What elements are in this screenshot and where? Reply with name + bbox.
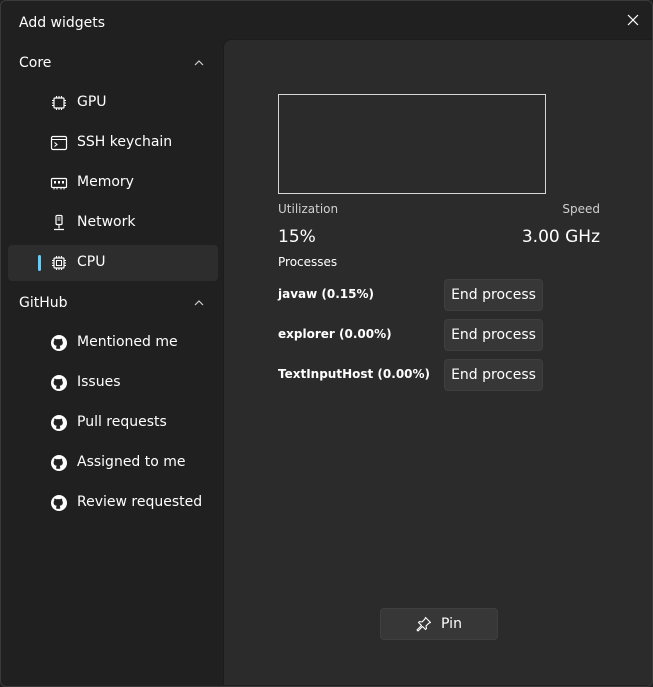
sidebar-item-label: Review requested xyxy=(77,494,203,510)
speed-label: Speed xyxy=(562,202,600,216)
network-icon xyxy=(50,214,68,232)
group-header-github[interactable]: GitHub xyxy=(1,283,223,323)
sidebar-item-cpu[interactable]: CPU xyxy=(8,245,218,281)
selection-indicator xyxy=(38,255,41,271)
github-icon xyxy=(50,334,68,352)
chip-icon xyxy=(50,94,68,112)
github-icon xyxy=(50,494,68,512)
pin-button[interactable]: Pin xyxy=(380,608,498,640)
widget-preview-panel: Utilization Speed 15% 3.00 GHz Processes… xyxy=(223,39,652,685)
sidebar-item-label: Issues xyxy=(77,374,121,390)
sidebar-item-ssh-keychain[interactable]: SSH keychain xyxy=(8,125,218,161)
process-name: explorer (0.00%) xyxy=(278,327,392,341)
sidebar-item-label: Pull requests xyxy=(77,414,167,430)
cpu-icon xyxy=(50,254,68,272)
add-widgets-dialog: Add widgets Core GPU SSH keychain Memory… xyxy=(0,0,653,687)
github-icon xyxy=(50,414,68,432)
sidebar-item-label: Mentioned me xyxy=(77,334,178,350)
close-button[interactable] xyxy=(622,9,644,31)
dialog-title: Add widgets xyxy=(19,15,106,31)
memory-icon xyxy=(50,174,68,192)
utilization-value: 15% xyxy=(278,227,316,247)
pin-label: Pin xyxy=(441,616,462,632)
sidebar-item-label: GPU xyxy=(77,94,107,110)
widget-sidebar: Core GPU SSH keychain Memory Network CPU… xyxy=(1,39,223,686)
pin-icon xyxy=(416,616,432,632)
sidebar-item-mentioned-me[interactable]: Mentioned me xyxy=(8,325,218,361)
sidebar-item-gpu[interactable]: GPU xyxy=(8,85,218,121)
sidebar-item-issues[interactable]: Issues xyxy=(8,365,218,401)
process-name: javaw (0.15%) xyxy=(278,287,374,301)
group-label: GitHub xyxy=(19,295,68,311)
chevron-up-icon xyxy=(194,60,204,66)
sidebar-item-label: Network xyxy=(77,214,136,230)
chevron-up-icon xyxy=(194,300,204,306)
terminal-icon xyxy=(50,134,68,152)
end-process-button[interactable]: End process xyxy=(444,359,543,391)
sidebar-item-review-requested[interactable]: Review requested xyxy=(8,485,218,521)
end-process-button[interactable]: End process xyxy=(444,279,543,311)
sidebar-item-pull-requests[interactable]: Pull requests xyxy=(8,405,218,441)
github-icon xyxy=(50,374,68,392)
title-bar: Add widgets xyxy=(1,1,652,39)
speed-value: 3.00 GHz xyxy=(521,227,600,247)
sidebar-item-label: SSH keychain xyxy=(77,134,173,150)
processes-label: Processes xyxy=(278,255,338,269)
process-name: TextInputHost (0.00%) xyxy=(278,367,431,381)
sidebar-item-assigned-to-me[interactable]: Assigned to me xyxy=(8,445,218,481)
sidebar-item-label: CPU xyxy=(77,254,106,270)
group-label: Core xyxy=(19,55,52,71)
close-icon xyxy=(627,14,639,26)
sidebar-item-label: Memory xyxy=(77,174,134,190)
cpu-utilization-graph xyxy=(278,94,546,194)
end-process-button[interactable]: End process xyxy=(444,319,543,351)
sidebar-item-network[interactable]: Network xyxy=(8,205,218,241)
group-header-core[interactable]: Core xyxy=(1,43,223,83)
sidebar-item-label: Assigned to me xyxy=(77,454,186,470)
github-icon xyxy=(50,454,68,472)
utilization-label: Utilization xyxy=(278,202,339,216)
sidebar-item-memory[interactable]: Memory xyxy=(8,165,218,201)
